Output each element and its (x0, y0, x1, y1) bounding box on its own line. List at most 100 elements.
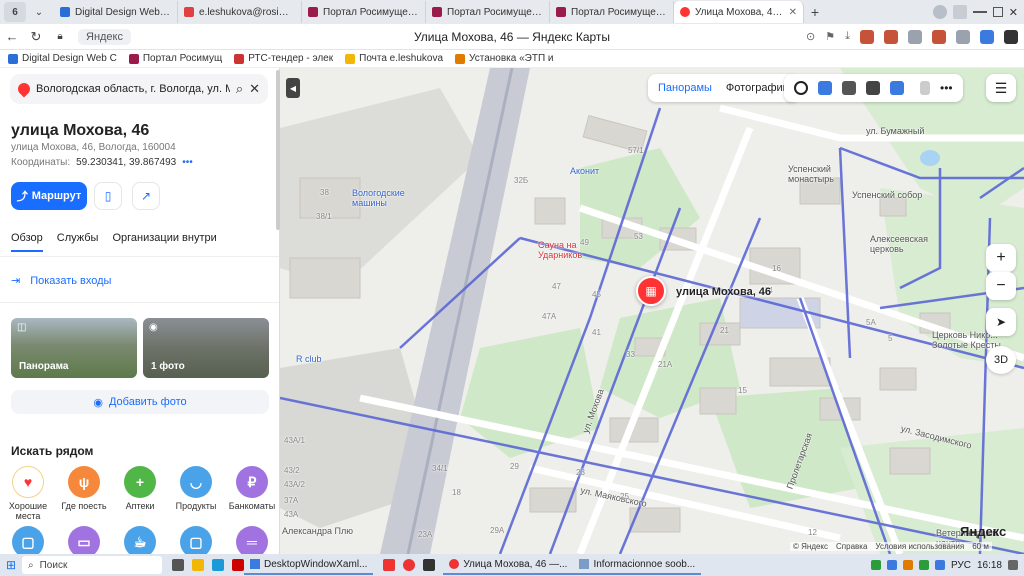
category-hotel[interactable]: ▭ (56, 526, 112, 554)
panoramas-button[interactable]: Панорамы (658, 82, 712, 94)
profile-avatar[interactable] (932, 5, 947, 19)
extension-icon[interactable] (884, 29, 898, 44)
bookmark-manager-icon[interactable] (952, 5, 967, 19)
extension-icon[interactable] (1004, 29, 1018, 44)
extension-icon[interactable] (956, 29, 970, 44)
explorer-icon[interactable] (192, 559, 204, 571)
poi-label-vologda-machines[interactable]: Вологодские машины (352, 188, 412, 208)
panorama-thumbnail[interactable]: ◫ Панорама (11, 318, 137, 378)
poi-label-rclub[interactable]: R club (296, 354, 322, 364)
bus-icon[interactable] (866, 81, 880, 95)
category-atm[interactable]: ₽ Банкоматы (224, 466, 279, 511)
bookmark-item[interactable]: Digital Design Web C (8, 53, 117, 64)
maximize-icon[interactable] (992, 7, 1003, 17)
location-icon[interactable]: ⊙ (806, 30, 815, 43)
tab-count-button[interactable]: 6 (4, 2, 26, 22)
new-tab-plus-icon[interactable]: + (804, 2, 826, 22)
camera-icon[interactable] (842, 81, 856, 95)
tab-yandex-maps[interactable]: Улица Мохова, 46 — Янде ✕ (674, 1, 804, 23)
app-icon[interactable] (232, 559, 244, 571)
poi-label-uspensky-monastery[interactable]: Успенский монастырь (788, 164, 844, 184)
category-good-places[interactable]: ♥ Хорошие места (0, 466, 56, 521)
poi-label-akonit[interactable]: Аконит (570, 166, 599, 176)
more-icon[interactable]: ••• (182, 157, 193, 168)
bookmark-item[interactable]: РТС-тендер - элек (234, 53, 333, 64)
language-indicator[interactable]: РУС (951, 560, 971, 571)
bookmark-item[interactable]: Установка «ЭТП и (455, 53, 554, 64)
search-input[interactable]: Вологодская область, г. Вологда, ул. М (36, 83, 230, 95)
ruler-icon[interactable] (920, 81, 930, 95)
extension-icon[interactable] (932, 29, 946, 44)
category-food[interactable]: ψ Где поесть (56, 466, 112, 511)
app-icon[interactable] (423, 559, 436, 571)
opera-icon[interactable] (403, 559, 416, 571)
close-icon[interactable]: ✕ (249, 81, 260, 97)
category-cafe[interactable]: ☕︎ (112, 526, 168, 554)
menu-icon[interactable]: ☰ (986, 74, 1016, 102)
more-icon[interactable]: ••• (940, 81, 953, 95)
bluetooth-icon[interactable] (934, 560, 945, 570)
reload-icon[interactable]: ↻ (24, 29, 48, 45)
poi-label-sauna[interactable]: Сауна на Ударников (538, 240, 598, 260)
yandex-icon[interactable] (383, 559, 396, 571)
route-button[interactable]: ⤴ Маршрут (11, 182, 87, 210)
marker-label[interactable]: улица Мохова, 46 (676, 286, 771, 298)
poi-label-uspensky-sobor[interactable]: Успенский собор (852, 190, 922, 200)
bookmark-icon[interactable]: ⚑ (825, 30, 835, 43)
category-bag[interactable]: ▢ (0, 526, 56, 554)
share-button[interactable]: ↗ (132, 182, 160, 210)
show-entrances-button[interactable]: ⇥ Показать входы (11, 274, 111, 288)
taskbar-search[interactable]: ⌕ Поиск (22, 556, 162, 574)
collapse-panel-button[interactable]: ◀ (286, 78, 300, 98)
coordinates-value[interactable]: 59.230341, 39.867493 (76, 157, 176, 168)
category-fitness[interactable]: ═ (224, 526, 279, 554)
task-desktop-window[interactable]: DesktopWindowXaml... (244, 555, 374, 575)
tray-icon[interactable] (918, 560, 929, 570)
bookmark-button[interactable]: ▯ (94, 182, 122, 210)
zoom-out-button[interactable]: − (986, 272, 1016, 300)
tray-icon[interactable] (902, 560, 913, 570)
tray-icon[interactable] (870, 560, 881, 570)
task-view-icon[interactable] (172, 559, 184, 571)
map-mode-icon[interactable] (818, 81, 832, 95)
minimize-icon[interactable] (972, 11, 987, 13)
tab-rosim-1[interactable]: Портал Росимущества (302, 1, 426, 23)
poi-label-alekseevskaya[interactable]: Алексеевская церковь (870, 234, 940, 254)
copy-layer-icon[interactable] (890, 81, 904, 95)
extension-icon[interactable] (980, 29, 994, 44)
bookmark-item[interactable]: Почта e.leshukova (345, 53, 443, 64)
tab-organizations[interactable]: Организации внутри (112, 232, 216, 252)
tab-rosim-3[interactable]: Портал Росимущества (550, 1, 674, 23)
tab-rosim-2[interactable]: Портал Росимущества (426, 1, 550, 23)
security-lock-icon[interactable]: 🔒︎ (48, 31, 72, 42)
terms-link[interactable]: Условия использования (875, 542, 964, 551)
category-pharmacy[interactable]: + Аптеки (112, 466, 168, 511)
extension-icon[interactable] (908, 29, 922, 44)
tray-icon[interactable] (886, 560, 897, 570)
locate-me-icon[interactable]: ➤ (986, 308, 1016, 336)
photos-button[interactable]: Фотографии (726, 82, 789, 94)
search-icon[interactable]: ⌕ (236, 81, 243, 97)
add-photo-button[interactable]: ◉ Добавить фото (11, 390, 269, 414)
tab-mail[interactable]: e.leshukova@rosim.gov (178, 1, 302, 23)
edge-icon[interactable] (212, 559, 224, 571)
layers-icon[interactable] (794, 81, 808, 95)
url-host[interactable]: Яндекс (78, 28, 131, 45)
bookmark-item[interactable]: Портал Росимущ (128, 53, 222, 64)
search-box[interactable]: Вологодская область, г. Вологда, ул. М ⌕… (10, 74, 268, 104)
map-canvas[interactable]: Аконит Вологодские машины Сауна на Ударн… (280, 68, 1024, 554)
3d-button[interactable]: 3D (986, 346, 1016, 374)
help-link[interactable]: Справка (836, 542, 867, 551)
download-icon[interactable]: ⤓ (845, 30, 850, 43)
notifications-icon[interactable] (1008, 560, 1018, 570)
tab-overview[interactable]: Обзор (11, 232, 43, 252)
task-information[interactable]: Informacionnoe soob... (573, 555, 702, 575)
tab-list-chevron-icon[interactable]: ⌄ (28, 2, 50, 22)
windows-start-icon[interactable]: ⊞ (0, 558, 22, 572)
close-window-icon[interactable]: ✕ (1009, 6, 1018, 19)
zoom-in-button[interactable]: + (986, 244, 1016, 272)
selected-building-marker[interactable]: ▦ (636, 276, 666, 306)
tab-digital-design[interactable]: Digital Design Web Client (54, 1, 178, 23)
photo-thumbnail[interactable]: ◉ 1 фото (143, 318, 269, 378)
clock[interactable]: 16:18 (977, 560, 1002, 571)
